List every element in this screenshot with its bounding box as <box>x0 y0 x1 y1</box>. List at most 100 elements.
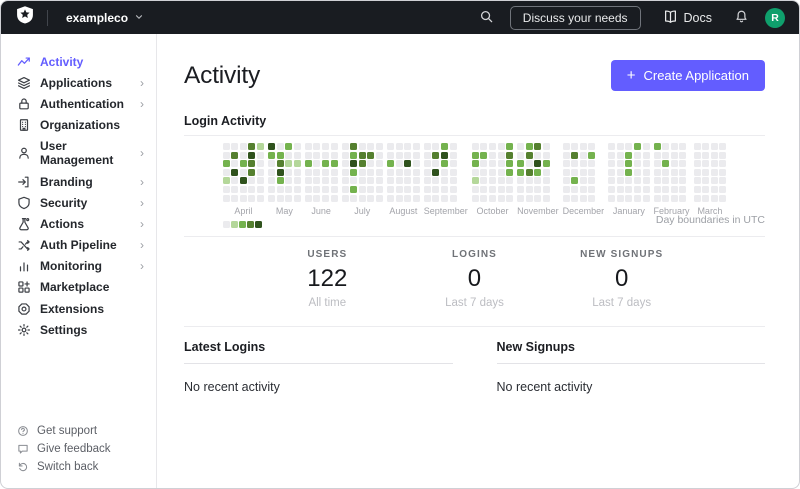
heatmap-cell[interactable] <box>450 143 457 150</box>
heatmap-cell[interactable] <box>489 186 496 193</box>
heatmap-cell[interactable] <box>671 169 678 176</box>
heatmap-cell[interactable] <box>248 177 255 184</box>
heatmap-cell[interactable] <box>480 195 487 202</box>
heatmap-cell[interactable] <box>634 177 641 184</box>
heatmap-cell[interactable] <box>543 152 550 159</box>
heatmap-cell[interactable] <box>450 160 457 167</box>
heatmap-cell[interactable] <box>350 160 357 167</box>
heatmap-cell[interactable] <box>268 195 275 202</box>
heatmap-cell[interactable] <box>617 143 624 150</box>
heatmap-cell[interactable] <box>608 160 615 167</box>
heatmap-cell[interactable] <box>702 169 709 176</box>
heatmap-cell[interactable] <box>350 152 357 159</box>
heatmap-cell[interactable] <box>257 169 264 176</box>
create-application-button[interactable]: + Create Application <box>611 60 765 91</box>
heatmap-cell[interactable] <box>480 152 487 159</box>
heatmap-cell[interactable] <box>634 186 641 193</box>
heatmap-cell[interactable] <box>424 169 431 176</box>
heatmap-cell[interactable] <box>350 177 357 184</box>
heatmap-cell[interactable] <box>534 152 541 159</box>
heatmap-cell[interactable] <box>359 160 366 167</box>
heatmap-cell[interactable] <box>643 169 650 176</box>
heatmap-cell[interactable] <box>498 160 505 167</box>
heatmap-cell[interactable] <box>580 152 587 159</box>
heatmap-cell[interactable] <box>694 160 701 167</box>
heatmap-cell[interactable] <box>231 160 238 167</box>
user-avatar[interactable]: R <box>765 8 785 28</box>
heatmap-cell[interactable] <box>563 169 570 176</box>
heatmap-cell[interactable] <box>608 152 615 159</box>
heatmap-cell[interactable] <box>367 143 374 150</box>
heatmap-cell[interactable] <box>396 186 403 193</box>
heatmap-cell[interactable] <box>342 186 349 193</box>
heatmap-cell[interactable] <box>305 152 312 159</box>
heatmap-cell[interactable] <box>608 177 615 184</box>
heatmap-cell[interactable] <box>671 152 678 159</box>
heatmap-cell[interactable] <box>376 152 383 159</box>
heatmap-cell[interactable] <box>441 195 448 202</box>
heatmap-cell[interactable] <box>654 195 661 202</box>
sidebar-item-branding[interactable]: Branding› <box>1 171 156 192</box>
heatmap-cell[interactable] <box>450 186 457 193</box>
heatmap-cell[interactable] <box>367 160 374 167</box>
heatmap-cell[interactable] <box>285 177 292 184</box>
heatmap-cell[interactable] <box>376 195 383 202</box>
heatmap-cell[interactable] <box>277 160 284 167</box>
heatmap-cell[interactable] <box>654 186 661 193</box>
heatmap-cell[interactable] <box>526 160 533 167</box>
heatmap-cell[interactable] <box>625 186 632 193</box>
heatmap-cell[interactable] <box>625 195 632 202</box>
heatmap-cell[interactable] <box>526 177 533 184</box>
heatmap-cell[interactable] <box>268 177 275 184</box>
heatmap-cell[interactable] <box>517 177 524 184</box>
heatmap-cell[interactable] <box>305 169 312 176</box>
heatmap-cell[interactable] <box>413 143 420 150</box>
heatmap-cell[interactable] <box>387 186 394 193</box>
heatmap-cell[interactable] <box>257 152 264 159</box>
heatmap-cell[interactable] <box>294 169 301 176</box>
search-button[interactable] <box>479 9 494 27</box>
heatmap-cell[interactable] <box>396 160 403 167</box>
sidebar-item-activity[interactable]: Activity <box>1 51 156 72</box>
heatmap-cell[interactable] <box>223 177 230 184</box>
heatmap-cell[interactable] <box>506 152 513 159</box>
heatmap-cell[interactable] <box>480 169 487 176</box>
heatmap-cell[interactable] <box>248 143 255 150</box>
heatmap-cell[interactable] <box>643 195 650 202</box>
heatmap-cell[interactable] <box>240 143 247 150</box>
heatmap-cell[interactable] <box>563 143 570 150</box>
heatmap-cell[interactable] <box>617 177 624 184</box>
heatmap-cell[interactable] <box>441 186 448 193</box>
docs-button[interactable]: Docs <box>657 8 718 28</box>
heatmap-cell[interactable] <box>588 152 595 159</box>
heatmap-cell[interactable] <box>534 186 541 193</box>
heatmap-cell[interactable] <box>404 169 411 176</box>
heatmap-cell[interactable] <box>498 186 505 193</box>
heatmap-cell[interactable] <box>634 195 641 202</box>
heatmap-cell[interactable] <box>608 143 615 150</box>
heatmap-cell[interactable] <box>654 169 661 176</box>
heatmap-cell[interactable] <box>424 143 431 150</box>
heatmap-cell[interactable] <box>472 152 479 159</box>
heatmap-cell[interactable] <box>634 152 641 159</box>
heatmap-cell[interactable] <box>277 152 284 159</box>
heatmap-cell[interactable] <box>625 169 632 176</box>
heatmap-cell[interactable] <box>450 152 457 159</box>
heatmap-cell[interactable] <box>322 143 329 150</box>
heatmap-cell[interactable] <box>671 177 678 184</box>
heatmap-cell[interactable] <box>702 143 709 150</box>
sidebar-footer-get-support[interactable]: Get support <box>1 422 156 440</box>
heatmap-cell[interactable] <box>472 169 479 176</box>
heatmap-cell[interactable] <box>719 177 726 184</box>
heatmap-cell[interactable] <box>413 177 420 184</box>
heatmap-cell[interactable] <box>472 186 479 193</box>
heatmap-cell[interactable] <box>268 169 275 176</box>
heatmap-cell[interactable] <box>450 177 457 184</box>
heatmap-cell[interactable] <box>506 143 513 150</box>
heatmap-cell[interactable] <box>342 169 349 176</box>
sidebar-item-authentication[interactable]: Authentication› <box>1 93 156 114</box>
heatmap-cell[interactable] <box>313 186 320 193</box>
heatmap-cell[interactable] <box>588 177 595 184</box>
heatmap-cell[interactable] <box>387 177 394 184</box>
heatmap-cell[interactable] <box>571 195 578 202</box>
